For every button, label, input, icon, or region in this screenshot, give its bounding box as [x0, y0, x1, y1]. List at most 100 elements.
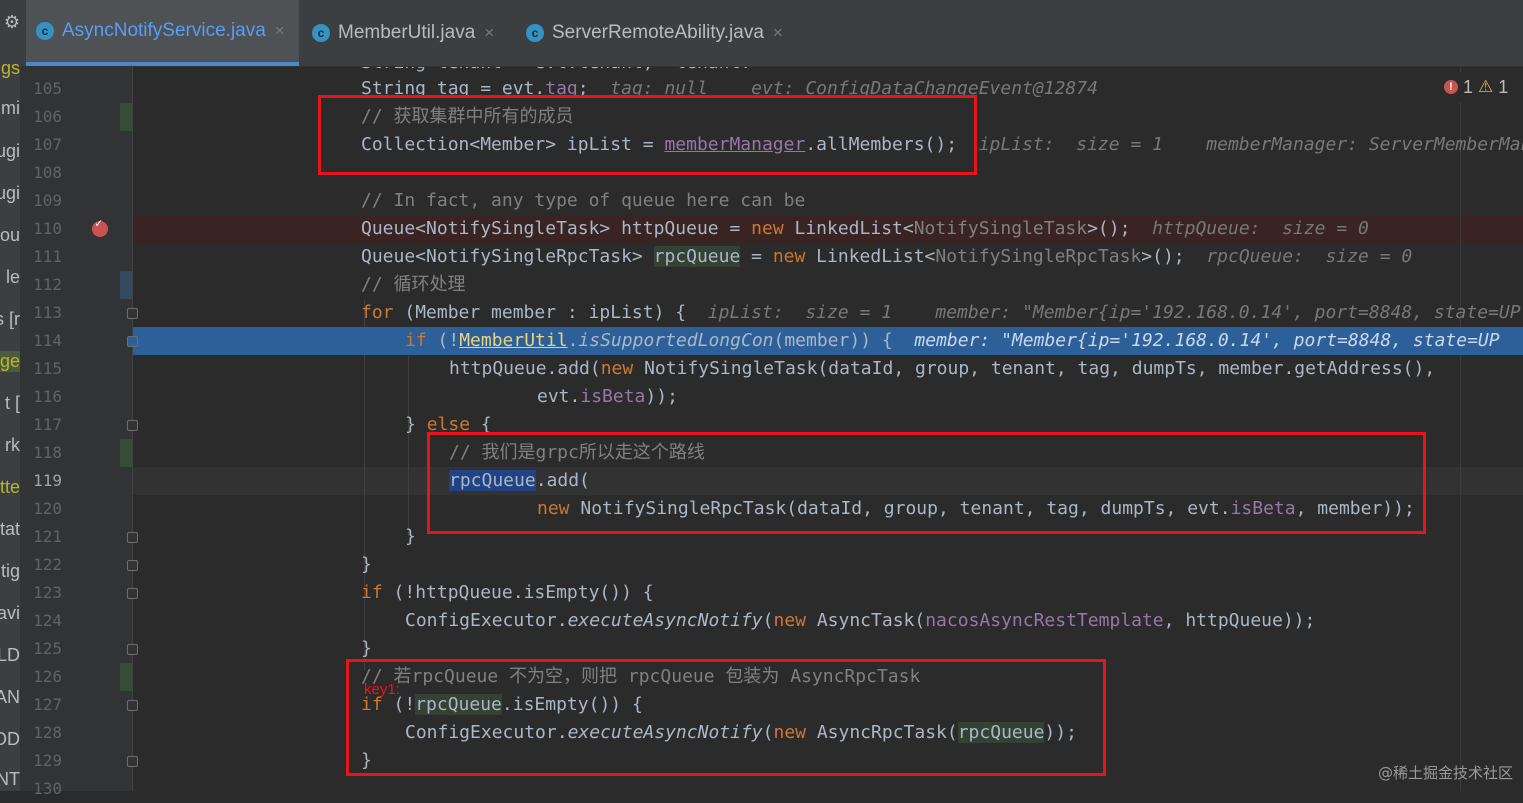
code-text: LinkedList<	[783, 218, 914, 239]
code-keyword: new	[773, 610, 806, 631]
code-text: (!	[426, 330, 460, 351]
code-keyword: new	[751, 218, 784, 239]
line-number: 112	[33, 275, 62, 294]
class-icon: c	[526, 24, 544, 42]
fold-icon[interactable]	[127, 700, 138, 711]
tab-async-notify-service[interactable]: c AsyncNotifyService.java ×	[26, 0, 299, 66]
code-keyword: if	[361, 582, 383, 603]
tab-member-util[interactable]: c MemberUtil.java ×	[312, 0, 494, 66]
fold-icon[interactable]	[127, 560, 138, 571]
code-text: ConfigExecutor.	[405, 610, 568, 631]
code-line-111[interactable]: Queue<NotifySingleRpcTask> rpcQueue = ne…	[361, 243, 1523, 271]
fold-icon[interactable]	[127, 336, 138, 347]
vcs-change-marker[interactable]	[120, 439, 132, 467]
code-text: (!httpQueue.isEmpty()) {	[382, 582, 654, 603]
close-icon[interactable]: ×	[275, 21, 285, 41]
inspection-status[interactable]: ! 1 ⚠ 1	[1432, 72, 1523, 102]
code-keyword: if	[405, 330, 427, 351]
line-number: 130	[33, 779, 62, 798]
code-comment: // 循环处理	[361, 274, 466, 295]
code-text: NotifySingleTask	[913, 218, 1088, 239]
vcs-change-marker[interactable]	[120, 663, 132, 691]
code-text: (Member member : ipList) {	[393, 302, 687, 323]
code-keyword: new	[772, 246, 806, 267]
code-identifier: rpcQueue	[653, 246, 741, 267]
panel-fragment: gs	[0, 58, 20, 78]
code-line-112[interactable]: // 循环处理	[361, 271, 1523, 299]
class-icon: c	[36, 22, 54, 40]
line-number: 121	[33, 527, 62, 546]
line-number: 126	[33, 667, 62, 686]
project-panel-strip[interactable]: ⚙ gs mi ugi ugi ou le s [r ge t [ rk tte…	[0, 0, 20, 791]
line-number: 124	[33, 611, 62, 630]
line-number: 129	[33, 751, 62, 770]
code-text: }	[405, 526, 416, 547]
tab-label: ServerRemoteAbility.java	[552, 22, 764, 43]
line-number: 127	[33, 695, 62, 714]
error-count: 1	[1463, 76, 1474, 97]
line-number: 106	[33, 107, 62, 126]
code-line-109[interactable]: // In fact, any type of queue here can b…	[361, 187, 1523, 215]
tab-server-remote-ability[interactable]: c ServerRemoteAbility.java ×	[526, 0, 783, 66]
code-keyword: new	[600, 358, 634, 379]
fold-icon[interactable]	[127, 308, 138, 319]
panel-fragment: AN	[0, 687, 20, 707]
debug-inline-value: member: "Member{ip='192.168.0.14', port=…	[892, 330, 1500, 351]
panel-fragment: tat	[0, 519, 20, 539]
code-line-123[interactable]: if (!httpQueue.isEmpty()) {	[361, 579, 1523, 607]
debug-inline-value: rpcQueue: size = 0	[1184, 246, 1413, 267]
panel-fragment: avi	[0, 603, 20, 623]
breakpoint-icon[interactable]	[92, 216, 108, 237]
panel-fragment: ge	[0, 351, 20, 372]
fold-icon[interactable]	[127, 420, 138, 431]
watermark: @稀土掘金技术社区	[1377, 764, 1513, 782]
vcs-change-marker[interactable]	[120, 271, 132, 299]
code-text: NotifySingleRpcTask	[935, 246, 1142, 267]
panel-fragment: ONT	[0, 769, 20, 789]
line-number: 110	[33, 219, 62, 238]
code-text: LinkedList<	[805, 246, 936, 267]
panel-fragment: le	[5, 267, 20, 287]
code-comment: // In fact, any type of queue here can b…	[361, 190, 806, 211]
fold-icon[interactable]	[127, 644, 138, 655]
line-number: 113	[33, 303, 62, 322]
code-field: isBeta	[580, 386, 646, 407]
code-text: >();	[1141, 246, 1185, 267]
code-line-115[interactable]: httpQueue.add(new NotifySingleTask(dataI…	[361, 355, 1523, 383]
line-number: 123	[33, 583, 62, 602]
code-text: AsyncTask(	[806, 610, 926, 631]
annotation-label: key1:	[364, 681, 400, 698]
code-field: nacosAsyncRestTemplate	[925, 610, 1164, 631]
code-text: }	[361, 638, 372, 659]
code-text: >();	[1087, 218, 1131, 239]
code-text: }	[361, 554, 372, 575]
code-text: (member)) {	[773, 330, 893, 351]
code-keyword: for	[361, 302, 394, 323]
vcs-change-marker[interactable]	[120, 103, 132, 131]
close-icon[interactable]: ×	[484, 23, 494, 43]
line-number: 122	[33, 555, 62, 574]
line-number: 118	[33, 443, 62, 462]
code-line-116[interactable]: evt.isBeta));	[361, 383, 1523, 411]
close-icon[interactable]: ×	[773, 23, 783, 43]
debug-inline-value: ipList: size = 1 memberManager: ServerMe…	[957, 134, 1523, 155]
panel-fragment: t [	[4, 393, 20, 413]
code-line-124[interactable]: ConfigExecutor.executeAsyncNotify(new As…	[361, 607, 1523, 635]
code-line-113[interactable]: for (Member member : ipList) { ipList: s…	[361, 299, 1523, 327]
warning-icon: ⚠	[1478, 77, 1494, 96]
code-text: (	[762, 610, 774, 631]
tab-label: AsyncNotifyService.java	[62, 20, 266, 41]
fold-icon[interactable]	[127, 588, 138, 599]
panel-fragment: ILD	[0, 645, 20, 665]
code-line-114[interactable]: if (!MemberUtil.isSupportedLongCon(membe…	[361, 327, 1523, 355]
line-number: 108	[33, 163, 62, 182]
line-number: 128	[33, 723, 62, 742]
code-line-110[interactable]: Queue<NotifySingleTask> httpQueue = new …	[361, 215, 1523, 243]
panel-toggle-icon[interactable]: ⚙	[4, 12, 20, 33]
panel-fragment: OD	[0, 729, 20, 749]
fold-icon[interactable]	[127, 756, 138, 767]
fold-icon[interactable]	[127, 532, 138, 543]
annotation-box-members	[318, 95, 977, 175]
line-number: 120	[33, 499, 62, 518]
code-line-122[interactable]: }	[361, 551, 1523, 579]
